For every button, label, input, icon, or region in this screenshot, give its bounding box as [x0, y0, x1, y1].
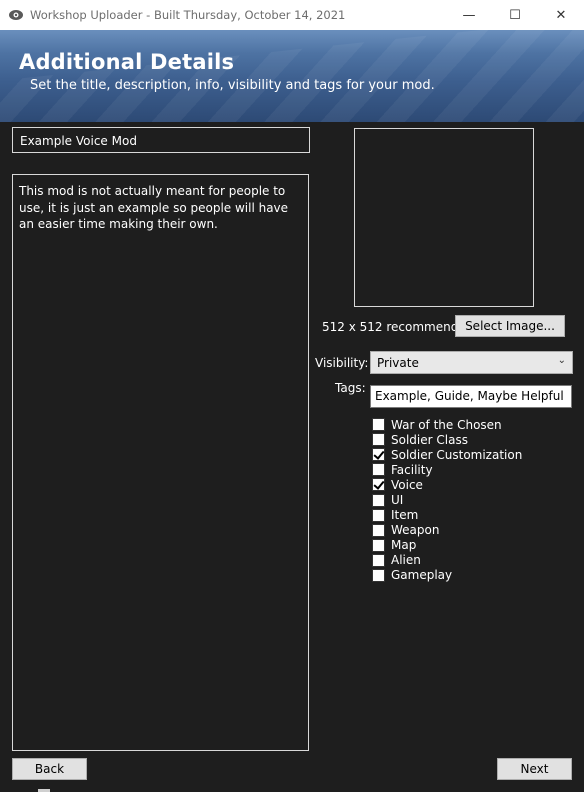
tag-label: Soldier Customization — [391, 447, 523, 462]
tags-input[interactable]: Example, Guide, Maybe Helpful — [370, 385, 572, 408]
select-image-button[interactable]: Select Image... — [455, 315, 565, 337]
checkbox[interactable] — [372, 523, 385, 537]
back-button[interactable]: Back — [12, 758, 87, 780]
maximize-icon: ☐ — [509, 7, 521, 23]
minimize-icon: — — [462, 7, 476, 23]
minimize-button[interactable]: — — [446, 0, 492, 30]
image-size-hint: 512 x 512 recommended — [322, 320, 474, 334]
tag-label: Soldier Class — [391, 432, 468, 447]
window-title: Workshop Uploader - Built Thursday, Octo… — [30, 8, 346, 22]
tag-label: Voice — [391, 477, 423, 492]
checkbox[interactable] — [372, 448, 385, 462]
checkbox[interactable] — [372, 553, 385, 567]
app-logo-icon — [8, 8, 24, 22]
visibility-label: Visibility: — [315, 356, 369, 370]
image-preview — [354, 128, 534, 307]
tags-label: Tags: — [335, 381, 366, 395]
tag-checkbox-soldier-class[interactable]: Soldier Class — [372, 432, 522, 447]
chevron-down-icon: ⌄ — [557, 355, 566, 366]
tag-checkbox-voice[interactable]: Voice — [372, 477, 522, 492]
tag-label: UI — [391, 493, 404, 508]
next-button[interactable]: Next — [497, 758, 572, 780]
checkbox[interactable] — [372, 433, 385, 447]
tag-checkbox-ui[interactable]: UI — [372, 492, 522, 507]
page-title: Additional Details — [19, 50, 235, 74]
tag-label: Alien — [391, 553, 421, 568]
checkbox[interactable] — [372, 493, 385, 507]
visibility-value: Private — [377, 356, 419, 370]
close-button[interactable]: ✕ — [538, 0, 584, 30]
tag-checkbox-item[interactable]: Item — [372, 508, 522, 523]
mod-description-textarea[interactable]: This mod is not actually meant for peopl… — [12, 174, 309, 751]
checkbox[interactable] — [372, 538, 385, 552]
tag-checkbox-list: War of the Chosen Soldier Class Soldier … — [372, 417, 522, 583]
tag-label: Gameplay — [391, 568, 453, 583]
tag-checkbox-map[interactable]: Map — [372, 538, 522, 553]
checkbox[interactable] — [372, 508, 385, 522]
tag-label: War of the Chosen — [391, 417, 502, 432]
title-bar: Workshop Uploader - Built Thursday, Octo… — [0, 0, 584, 30]
tag-label: Map — [391, 538, 417, 553]
maximize-button[interactable]: ☐ — [492, 0, 538, 30]
header-banner: Additional Details Set the title, descri… — [0, 30, 584, 122]
close-icon: ✕ — [555, 7, 567, 23]
checkbox[interactable] — [372, 568, 385, 582]
tag-label: Item — [391, 508, 419, 523]
tag-checkbox-weapon[interactable]: Weapon — [372, 523, 522, 538]
checkbox[interactable] — [372, 478, 385, 492]
checkbox[interactable] — [372, 463, 385, 477]
tag-checkbox-gameplay[interactable]: Gameplay — [372, 568, 522, 583]
tag-checkbox-alien[interactable]: Alien — [372, 553, 522, 568]
page-subtitle: Set the title, description, info, visibi… — [30, 78, 435, 93]
tag-checkbox-war-of-the-chosen[interactable]: War of the Chosen — [372, 417, 522, 432]
mod-title-input[interactable]: Example Voice Mod — [12, 127, 310, 153]
checkbox[interactable] — [372, 418, 385, 432]
tag-label: Weapon — [391, 523, 440, 538]
tag-checkbox-soldier-customization[interactable]: Soldier Customization — [372, 447, 522, 462]
tag-label: Facility — [391, 462, 433, 477]
visibility-dropdown[interactable]: Private ⌄ — [370, 351, 573, 374]
tag-checkbox-facility[interactable]: Facility — [372, 462, 522, 477]
clipped-footer-control — [38, 788, 178, 792]
